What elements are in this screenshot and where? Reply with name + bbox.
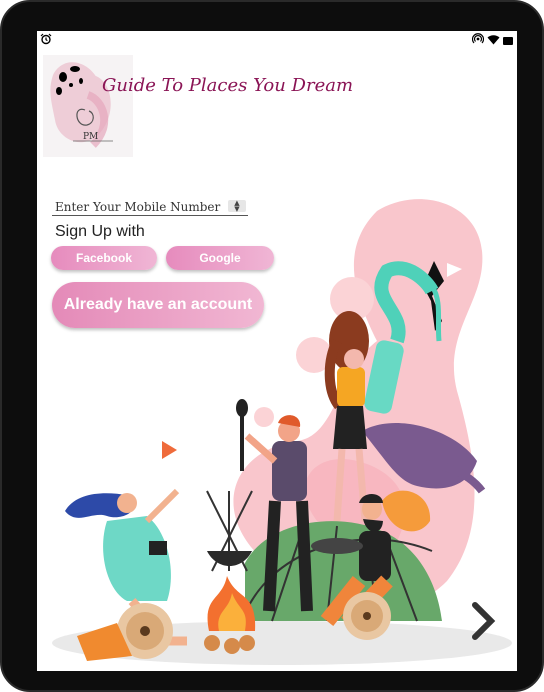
app-screen: PM Guide To Places You Dream Enter Your …	[37, 31, 517, 671]
next-button[interactable]	[469, 601, 497, 641]
battery-icon	[503, 32, 514, 50]
status-bar	[37, 31, 517, 45]
logo-monogram: PM	[83, 132, 98, 142]
alarm-icon	[40, 32, 52, 50]
camping-illustration	[52, 199, 512, 665]
wifi-icon	[487, 32, 500, 50]
chevron-right-icon	[472, 602, 496, 640]
hotspot-icon	[471, 32, 485, 50]
app-title: Guide To Places You Dream	[102, 75, 354, 96]
tablet-frame: PM Guide To Places You Dream Enter Your …	[0, 0, 544, 692]
app-logo: PM	[43, 55, 133, 157]
